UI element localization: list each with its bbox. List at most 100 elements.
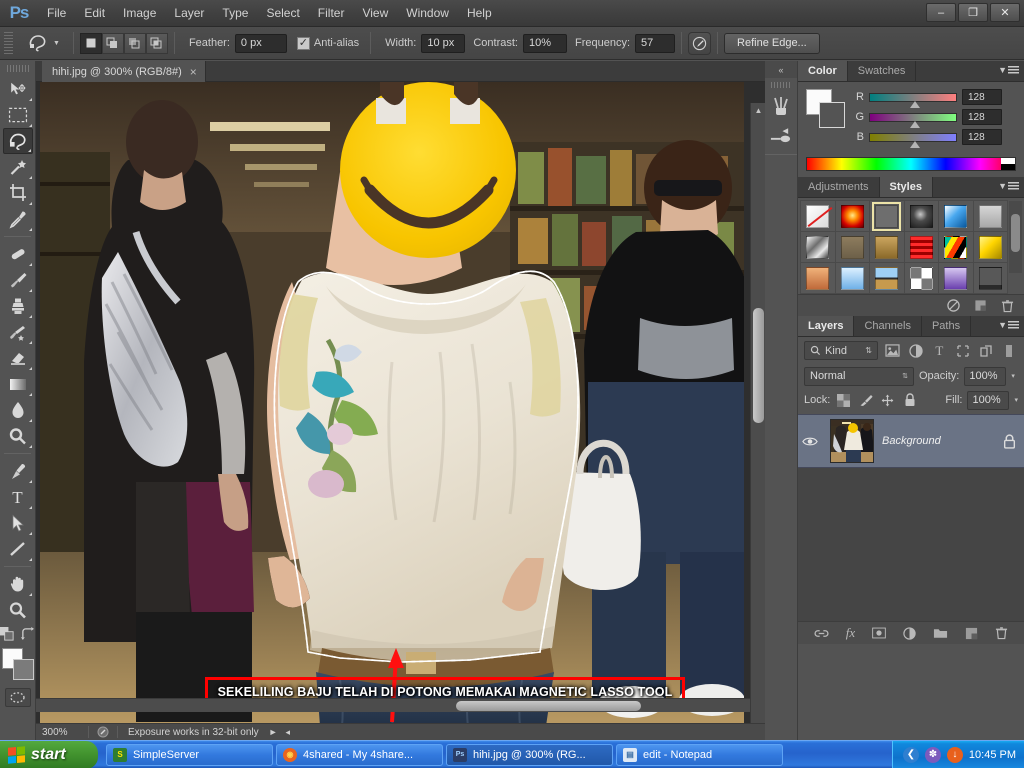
style-swatch-cell[interactable] [904,201,938,231]
collapse-panels-button[interactable]: « [765,61,797,78]
taskbar-clock[interactable]: 10:45 PM [969,749,1016,761]
minimize-button[interactable]: – [926,3,956,22]
width-input[interactable]: 10 px [421,33,466,53]
menu-file[interactable]: File [38,2,75,24]
style-swatch-cell[interactable] [973,232,1007,262]
history-brush-tool[interactable] [3,319,33,345]
start-button[interactable]: start [0,740,98,768]
style-wood-gold[interactable] [875,235,899,259]
style-swatch-cell[interactable] [870,201,904,231]
layer-visibility-eye-icon[interactable] [802,436,822,447]
close-button[interactable]: ✕ [990,3,1020,22]
antivirus-icon[interactable]: ✽ [924,746,941,763]
layer-name-label[interactable]: Background [882,435,995,447]
taskbar-item[interactable]: Ps hihi.jpg @ 300% (RG... [446,743,613,766]
lock-transparent-pixels-icon[interactable] [835,392,852,409]
filter-type-layers-icon[interactable]: T [931,341,948,360]
frequency-input[interactable]: 57 [635,33,676,53]
clear-style-icon[interactable] [947,299,960,312]
new-layer-icon[interactable] [965,627,978,640]
eraser-flyout-icon[interactable] [28,367,32,370]
vertical-scroll-thumb[interactable] [753,308,764,423]
style-tan-soft[interactable] [840,235,864,259]
style-swatch-cell[interactable] [973,201,1007,231]
green-value-field[interactable]: 128 [962,109,1002,125]
healing-flyout-icon[interactable] [28,263,32,266]
style-swatch-cell[interactable] [801,263,835,293]
pen-flyout-icon[interactable] [28,480,32,483]
add-to-selection-button[interactable] [101,32,124,54]
green-slider-track[interactable] [869,112,957,128]
style-confetti[interactable] [944,235,968,259]
tool-preset-chevron-icon[interactable]: ▼ [53,40,60,47]
styles-swatch-grid[interactable] [800,200,1008,294]
document-info-icon[interactable] [97,726,109,738]
style-sky-blue[interactable] [840,266,864,290]
horizontal-scroll-thumb[interactable] [456,701,641,711]
blue-slider-knob[interactable] [910,140,920,148]
style-drop-shadow[interactable] [978,266,1002,290]
document-tab[interactable]: hihi.jpg @ 300% (RGB/8#) × [42,61,206,82]
layer-list-empty-area[interactable] [798,468,1024,621]
quick-mask-mode-button[interactable] [4,688,31,707]
updates-icon[interactable]: ↓ [946,746,963,763]
eyedropper-tool[interactable] [3,206,33,232]
style-bevel-outline[interactable] [872,201,902,231]
subtract-from-selection-button[interactable] [123,32,146,54]
menu-edit[interactable]: Edit [75,2,114,24]
red-slider-knob[interactable] [910,100,920,108]
taskbar-item[interactable]: S SimpleServer [106,743,273,766]
style-swatch-cell[interactable] [939,232,973,262]
antialias-checkbox-wrap[interactable]: ✓ Anti-alias [296,36,364,50]
green-slider-knob[interactable] [910,120,920,128]
crop-tool-flyout-icon[interactable] [28,202,32,205]
contrast-input[interactable]: 10% [522,33,567,53]
styles-scrollbar[interactable] [1009,201,1022,273]
color-spectrum-ramp[interactable] [806,157,1016,171]
new-group-icon[interactable] [933,627,948,639]
blur-tool[interactable] [3,397,33,423]
style-noise[interactable] [909,266,933,290]
style-swatch-cell[interactable] [801,232,835,262]
lock-image-pixels-icon[interactable] [857,392,874,409]
red-slider-track[interactable] [869,92,957,108]
horizontal-type-tool[interactable]: T [3,484,33,510]
rectangular-marquee-tool[interactable] [3,102,33,128]
brush-flyout-icon[interactable] [28,289,32,292]
style-purple-box[interactable] [944,266,968,290]
lasso-tool[interactable] [2,128,33,154]
color-panel-swatches[interactable] [806,89,846,129]
opacity-field[interactable]: 100% [964,366,1007,386]
style-swatch-cell[interactable] [870,263,904,293]
tools-panel-grip[interactable] [6,65,29,72]
canvas-vertical-scrollbar[interactable]: ▲ ▼ [750,103,765,726]
lasso-tool-flyout-icon[interactable] [27,149,31,152]
tab-swatches[interactable]: Swatches [847,61,917,81]
clone-stamp-tool[interactable] [3,293,33,319]
style-swatch-cell[interactable] [939,263,973,293]
type-flyout-icon[interactable] [28,506,32,509]
swap-colors-icon[interactable] [20,627,35,640]
fill-field[interactable]: 100% [967,390,1010,410]
shape-flyout-icon[interactable] [28,558,32,561]
history-brush-flyout-icon[interactable] [28,341,32,344]
style-swatch-cell[interactable] [973,263,1007,293]
style-blue-glass[interactable] [944,204,968,228]
style-swatch-cell[interactable] [835,201,869,231]
blend-mode-chevron-icon[interactable]: ⇅ [902,372,908,380]
tab-adjustments[interactable]: Adjustments [798,177,880,197]
stylus-pressure-icon[interactable] [688,31,712,55]
foreground-background-color[interactable] [1,648,34,680]
scroll-up-icon[interactable]: ▲ [751,103,765,117]
background-color-swatch[interactable] [12,659,34,680]
menu-filter[interactable]: Filter [309,2,354,24]
style-none[interactable] [806,204,833,228]
delete-style-icon[interactable] [1001,299,1014,313]
tab-styles[interactable]: Styles [879,177,933,197]
style-swatch-cell[interactable] [904,263,938,293]
menu-help[interactable]: Help [458,2,501,24]
intersect-with-selection-button[interactable] [145,32,168,54]
layer-filter-kind-select[interactable]: Kind ⇅ [804,341,878,360]
new-fill-adjustment-layer-icon[interactable] [903,626,916,640]
current-tool-preview[interactable]: ▼ [19,32,67,54]
